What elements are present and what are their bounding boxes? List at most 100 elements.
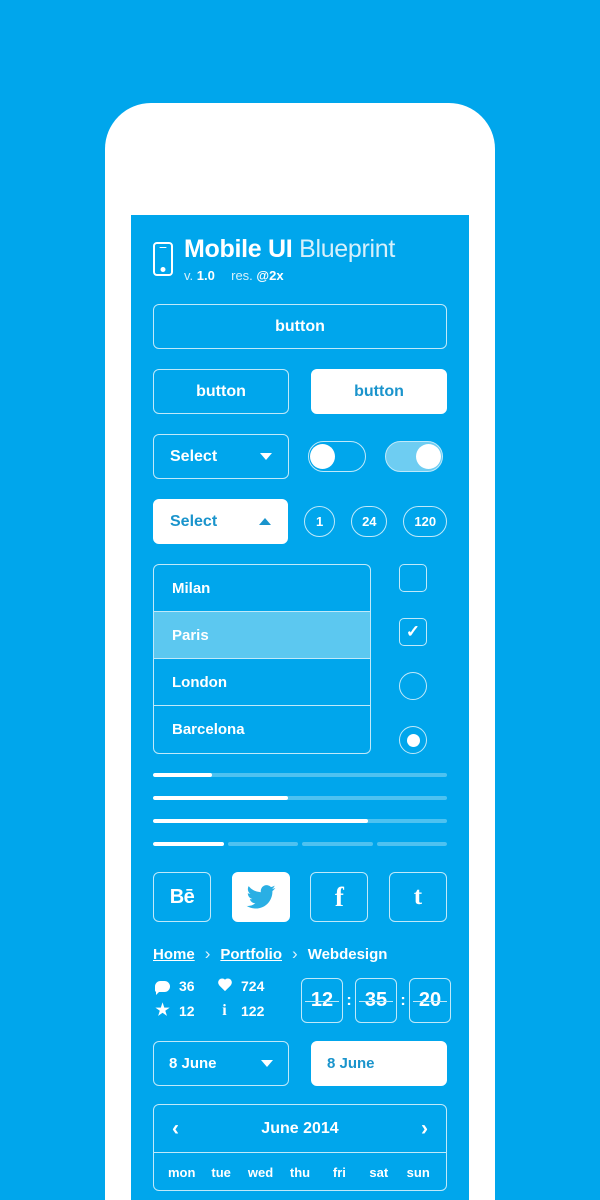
version-value: 1.0 [196, 268, 215, 283]
calendar: ‹ June 2014 › mon tue wed thu fri sat su… [153, 1104, 447, 1191]
title-bold: Mobile UI [184, 235, 293, 263]
date-select-outline-label: 8 June [169, 1055, 217, 1072]
date-select-solid[interactable]: 8 June [311, 1041, 447, 1086]
select-toggle-row: Select [153, 434, 447, 479]
tumblr-glyph: t [413, 883, 423, 910]
stats-timer-row: 36 724 ★ 12 i 122 12: 35: 20 [153, 978, 451, 1023]
select-solid-label: Select [170, 512, 218, 530]
date-select-outline[interactable]: 8 June [153, 1041, 289, 1086]
solid-button[interactable]: button [311, 369, 447, 414]
chevron-up-icon [419, 1060, 431, 1067]
page-title: Mobile UI Blueprint [184, 237, 395, 262]
wide-button[interactable]: button [153, 304, 447, 349]
version-label: v. [184, 268, 194, 283]
timer-separator: : [400, 991, 406, 1009]
timer-hours[interactable]: 12 [301, 978, 343, 1023]
checkbox-checked[interactable]: ✓ [399, 618, 427, 646]
list-item[interactable]: Milan [154, 565, 370, 612]
chevron-down-icon [260, 453, 272, 460]
radio-checked[interactable] [399, 726, 427, 754]
breadcrumb-separator: › [292, 944, 298, 963]
button-pair: button button [153, 369, 447, 414]
stepper-1[interactable]: 1 [304, 506, 336, 537]
res-label: res. [231, 268, 253, 283]
progress-bar-3[interactable] [153, 819, 447, 823]
calendar-day-name: thu [289, 1165, 311, 1180]
radio-dot [406, 733, 420, 747]
stat-favorites-value: 12 [179, 1003, 195, 1019]
list-item[interactable]: London [154, 659, 370, 706]
stat-favorites: ★ 12 [153, 1002, 215, 1020]
select-stepper-row: Select 1 24 120 [153, 499, 447, 544]
progress-bar-1[interactable] [153, 773, 447, 777]
app-header: Mobile UI Blueprint v. 1.0 res. @2x [153, 215, 447, 282]
title-light: Blueprint [292, 235, 396, 263]
city-list: Milan Paris London Barcelona [153, 564, 371, 754]
calendar-day-name: fri [332, 1165, 346, 1180]
segmented-bar[interactable] [153, 842, 447, 846]
star-icon: ★ [155, 1002, 170, 1019]
stepper-24[interactable]: 24 [351, 506, 388, 537]
breadcrumb-item-webdesign: Webdesign [307, 945, 388, 963]
timer-separator: : [346, 991, 352, 1009]
twitter-icon[interactable] [231, 872, 290, 922]
stats-grid: 36 724 ★ 12 i 122 [153, 978, 287, 1020]
checkbox-unchecked[interactable] [399, 564, 427, 592]
calendar-title: June 2014 [261, 1119, 339, 1137]
calendar-header: ‹ June 2014 › [154, 1105, 446, 1153]
calendar-day-name: sun [406, 1165, 430, 1180]
behance-glyph: Bē [169, 885, 195, 908]
progress-bars [153, 773, 447, 846]
checks-column: ✓ [399, 564, 427, 754]
calendar-day-name: tue [211, 1165, 231, 1180]
stat-info-value: 122 [241, 1003, 265, 1019]
facebook-icon[interactable]: f [310, 872, 369, 922]
toggle-off[interactable] [308, 441, 366, 472]
toggle-on[interactable] [385, 441, 443, 472]
select-solid[interactable]: Select [153, 499, 289, 544]
info-icon: i [222, 1002, 227, 1019]
toggle-knob [416, 444, 441, 469]
breadcrumb-separator: › [204, 944, 211, 963]
calendar-day-name: wed [247, 1165, 274, 1180]
heart-icon [215, 979, 234, 993]
breadcrumb-item-portfolio[interactable]: Portfolio [220, 946, 282, 963]
stepper-120[interactable]: 120 [403, 506, 447, 537]
calendar-day-name: mon [167, 1165, 196, 1180]
mobile-phone-icon [153, 242, 173, 276]
select-outline-label: Select [170, 447, 218, 465]
stat-info: i 122 [215, 1002, 287, 1020]
breadcrumb: Home › Portfolio › Webdesign [153, 944, 447, 964]
tumblr-icon[interactable]: t [388, 872, 447, 922]
list-item[interactable]: Paris [154, 612, 370, 659]
stat-comments-value: 36 [179, 978, 195, 994]
list-item[interactable]: Barcelona [154, 706, 370, 753]
timer-seconds[interactable]: 20 [409, 978, 451, 1023]
calendar-day-name: sat [369, 1165, 389, 1180]
behance-icon[interactable]: Bē [153, 872, 211, 922]
stat-comments: 36 [153, 978, 215, 995]
timer-minutes[interactable]: 35 [355, 978, 397, 1023]
list-section: Milan Paris London Barcelona ✓ [153, 564, 447, 754]
breadcrumb-item-home[interactable]: Home [153, 946, 195, 963]
chevron-down-icon [261, 1060, 273, 1067]
date-select-row: 8 June 8 June [153, 1041, 447, 1086]
stat-likes: 724 [215, 978, 287, 994]
app-meta: v. 1.0 res. @2x [184, 269, 395, 282]
social-buttons: Bē f t [153, 872, 447, 922]
chevron-up-icon [259, 518, 272, 525]
stat-likes-value: 724 [241, 978, 265, 994]
res-value: @2x [256, 268, 284, 283]
outline-button[interactable]: button [153, 369, 289, 414]
phone-screen: Mobile UI Blueprint v. 1.0 res. @2x butt… [131, 215, 469, 1200]
comment-icon [153, 980, 172, 995]
chevron-right-icon[interactable]: › [421, 1118, 428, 1139]
radio-unchecked[interactable] [399, 672, 427, 700]
calendar-day-names: mon tue wed thu fri sat sun [154, 1153, 446, 1190]
date-select-solid-label: 8 June [327, 1055, 375, 1072]
select-outline[interactable]: Select [153, 434, 289, 479]
progress-bar-2[interactable] [153, 796, 447, 800]
toggle-knob [310, 444, 335, 469]
facebook-glyph: f [334, 881, 344, 912]
chevron-left-icon[interactable]: ‹ [172, 1118, 179, 1139]
